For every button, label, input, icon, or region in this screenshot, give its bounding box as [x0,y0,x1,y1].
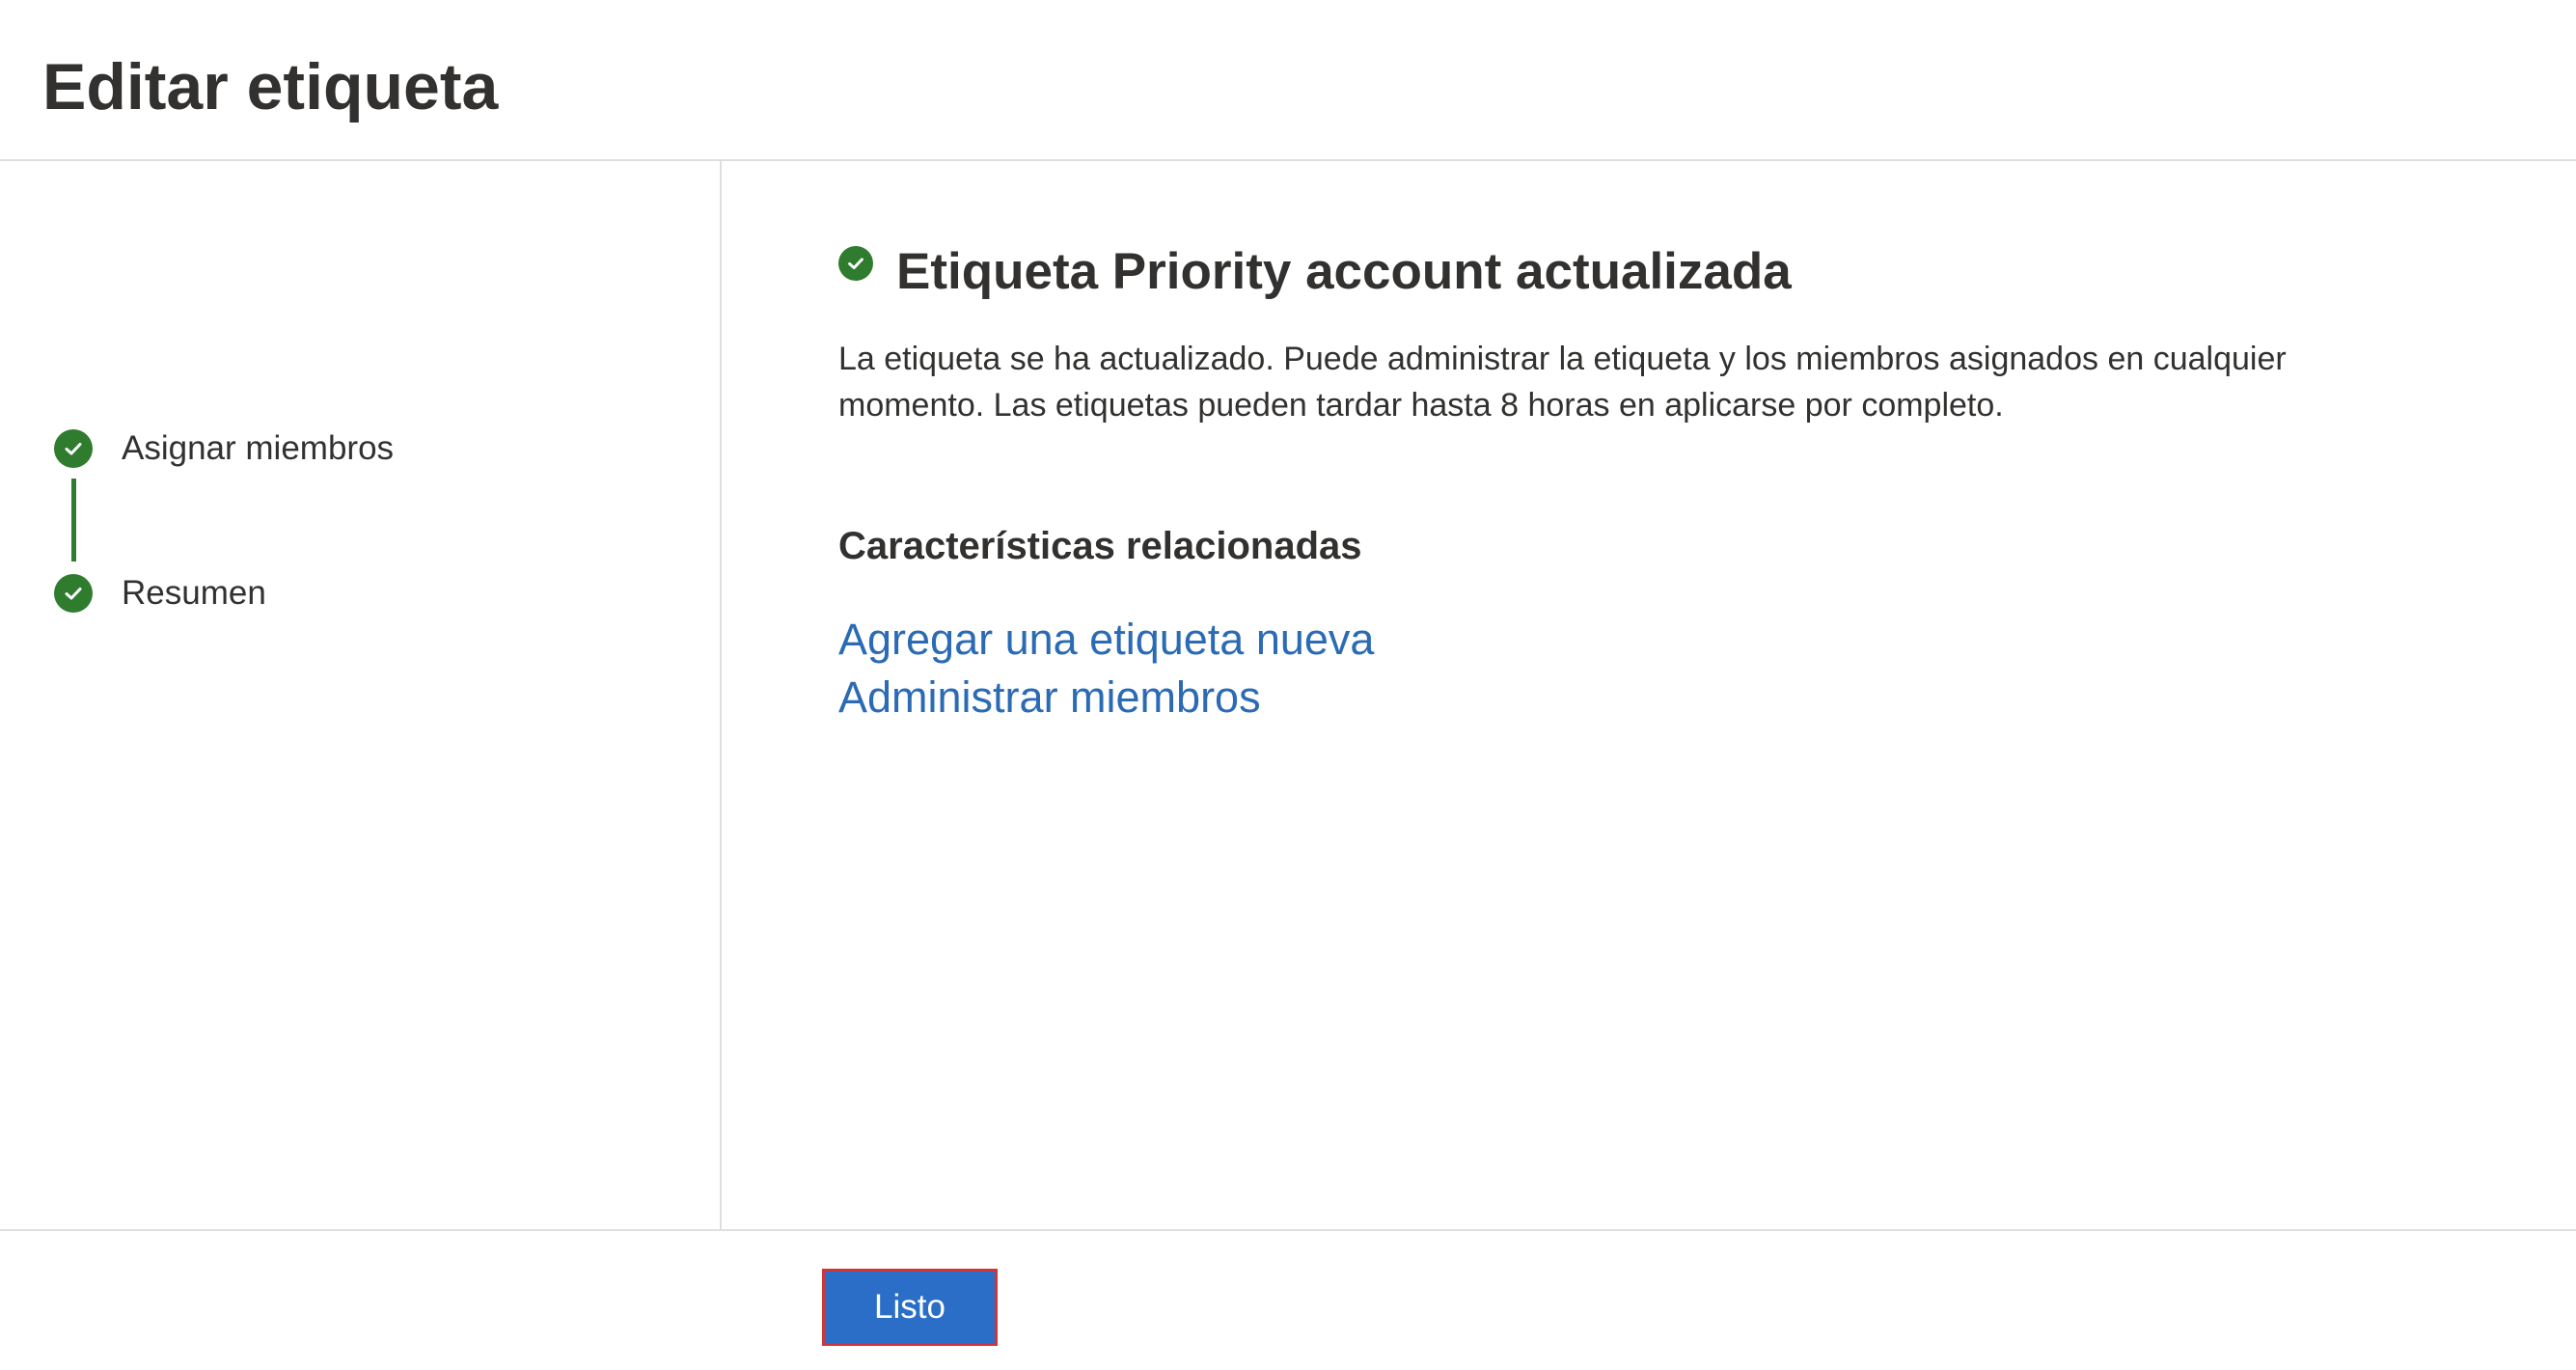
footer-divider [0,1229,2576,1231]
checkmark-icon [54,429,93,468]
related-features-heading: Características relacionadas [838,524,1362,567]
main-content: Etiqueta Priority account actualizada La… [838,241,2479,726]
related-links: Agregar una etiqueta nueva Administrar m… [838,611,2479,726]
manage-members-link[interactable]: Administrar miembros [838,669,2479,726]
add-new-tag-link[interactable]: Agregar una etiqueta nueva [838,611,2479,669]
step-assign-members[interactable]: Asignar miembros [54,429,394,468]
edit-tag-wizard: Editar etiqueta Asignar miembros Resumen [0,0,2576,1370]
pane-divider [720,161,722,1229]
step-summary[interactable]: Resumen [54,574,266,613]
step-label: Resumen [122,574,266,612]
success-title: Etiqueta Priority account actualizada [896,243,1792,300]
success-description: La etiqueta se ha actualizado. Puede adm… [838,340,2287,424]
step-label: Asignar miembros [122,429,395,467]
wizard-steps-nav: Asignar miembros Resumen [0,161,720,1229]
success-header: Etiqueta Priority account actualizada [838,241,2479,303]
checkmark-circle-icon [838,245,873,281]
step-connector [71,479,76,562]
checkmark-icon [54,574,93,613]
page-title: Editar etiqueta [42,50,499,123]
done-button[interactable]: Listo [822,1269,998,1346]
